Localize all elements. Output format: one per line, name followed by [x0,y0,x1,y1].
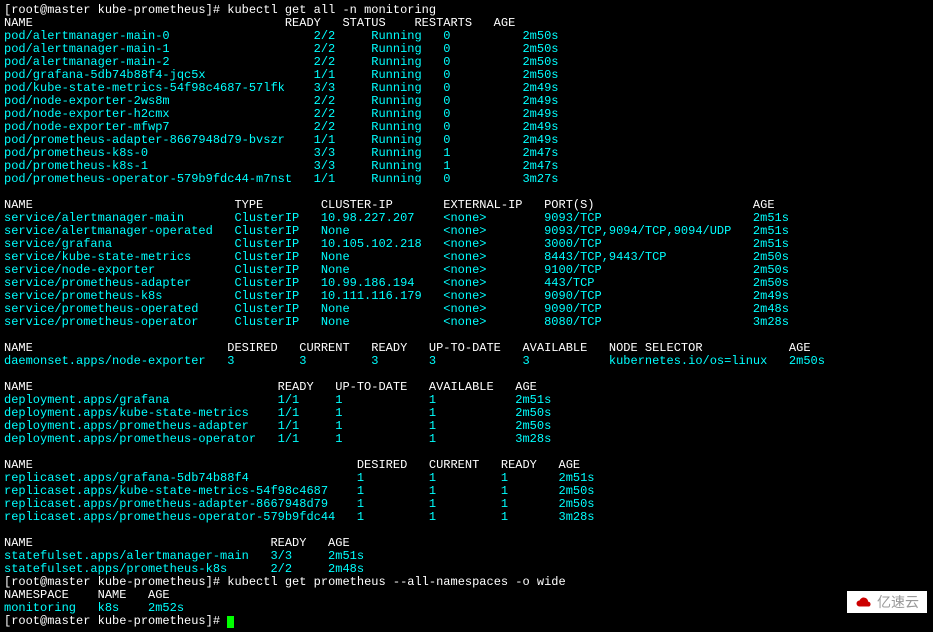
watermark-text: 亿速云 [877,596,919,609]
terminal[interactable]: [root@master kube-prometheus]# kubectl g… [0,0,933,632]
cloud-icon [855,593,873,611]
watermark-logo: 亿速云 [847,591,927,613]
